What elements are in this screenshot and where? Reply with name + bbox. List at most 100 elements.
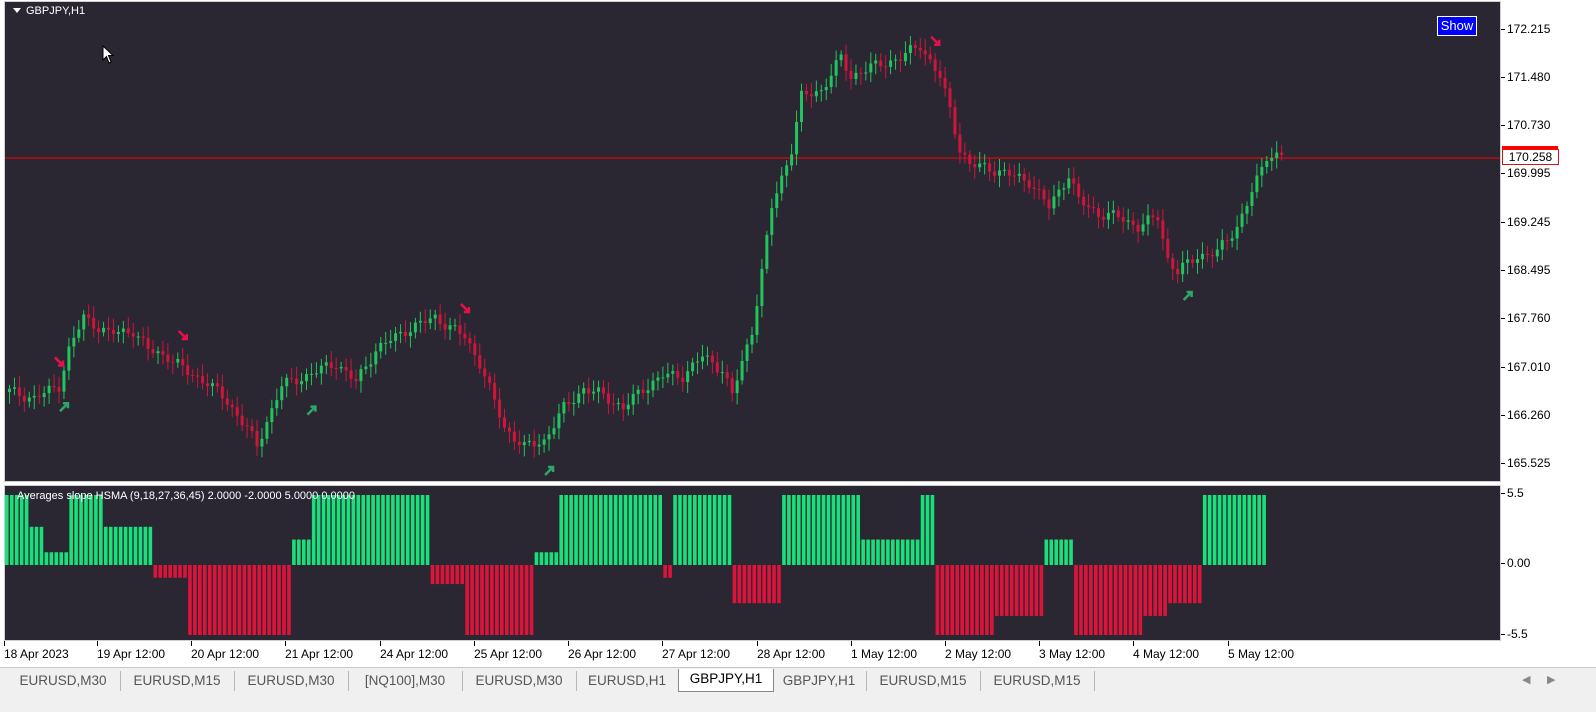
indicator-scale[interactable]: 5.5 0.00 -5.5 [1500,485,1596,641]
tab-nq100-m30[interactable]: [NQ100],M30 [348,671,463,691]
candle [215,373,219,393]
price-scale[interactable]: 172.215 171.480 170.730 169.995 169.245 168.4… [1500,1,1596,482]
chart-window[interactable]: GBPJPY,H1 Show 172.215 171.480 170.730 169.… [0,0,1596,680]
histogram-bar [1168,565,1172,604]
candle [225,389,229,412]
histogram-bar [866,539,870,565]
histogram-bar [138,526,143,565]
candle [270,399,274,434]
candle [1077,176,1081,204]
histogram-bar [108,526,113,565]
histogram-bar [267,565,271,635]
histogram-bar [599,495,603,565]
candle [107,316,110,342]
tab-eurusd-m15[interactable]: EURUSD,M15 [120,671,235,691]
candle [631,384,635,415]
histogram-bar [1138,565,1143,635]
time-tick-label: 24 Apr 12:00 [380,641,449,661]
histogram-bar [1217,495,1222,565]
candle [1042,185,1046,206]
candle [111,318,115,343]
candle [750,326,754,354]
buy-signal-arrow-icon [306,405,317,416]
histogram-bar [846,495,851,565]
tab-scroll-left-icon[interactable]: ◀ [1522,673,1530,686]
candle [814,80,818,103]
time-tick-label: 2 May 12:00 [945,641,1012,661]
histogram-bar [158,565,163,578]
candle [230,399,234,418]
candle [1220,229,1224,261]
current-price-label: 170.258 [1502,149,1559,165]
tab-eurusd-h1[interactable]: EURUSD,H1 [576,671,679,691]
histogram-bar [678,495,682,565]
time-axis[interactable]: 18 Apr 2023 19 Apr 12:00 20 Apr 12:00 21 Ap… [0,641,1501,667]
histogram-bar [465,565,469,635]
tab-gbpjpy-h1[interactable]: GBPJPY,H1 [678,669,774,692]
candle [374,343,378,374]
histogram-bar [935,565,940,635]
candle [780,166,784,201]
candle [364,356,368,375]
candle [136,331,140,346]
histogram-bar [391,495,395,565]
candle [656,371,660,391]
candle [547,425,551,451]
candle [913,40,917,56]
candle [1012,164,1016,186]
tab-eurusd-m30[interactable]: EURUSD,M30 [462,671,577,691]
candle [161,340,165,364]
histogram-bar [227,565,232,635]
price-tick-label: 167.760 [1500,311,1551,325]
histogram-bar [777,565,781,604]
histogram-bar [534,552,539,565]
candle [1181,251,1185,282]
histogram-bar [480,565,484,635]
buy-signal-arrow-icon [59,402,70,413]
tab-eurusd-m15[interactable]: EURUSD,M15 [866,671,981,691]
candle [17,375,21,406]
histogram-bar [396,495,400,565]
candle [483,358,487,388]
histogram-bar [787,495,791,565]
tab-eurusd-m30[interactable]: EURUSD,M30 [234,671,349,691]
candle [453,318,457,331]
histogram-bar [99,495,103,565]
collapse-caret-icon[interactable] [13,8,21,13]
tab-eurusd-m30[interactable]: EURUSD,M30 [6,671,121,691]
histogram-bar [1232,495,1237,565]
candle [438,304,442,331]
histogram-bar [485,565,489,635]
show-button[interactable]: Show [1437,16,1477,36]
histogram-bar [757,565,761,604]
tab-eurusd-m15[interactable]: EURUSD,M15 [980,671,1095,691]
histogram-bar [831,495,836,565]
indicator-pane[interactable]: Averages slope HSMA (9,18,27,36,45) 2.00… [4,485,1501,641]
candle [52,374,56,393]
price-tick-label: 168.495 [1500,263,1551,278]
buy-signal-arrow-icon [544,465,555,476]
candle [943,66,947,97]
price-chart-pane[interactable]: GBPJPY,H1 [4,1,1501,482]
histogram-bar [193,565,197,635]
candle [1215,238,1219,262]
tab-gbpjpy-h1[interactable]: GBPJPY,H1 [772,671,867,691]
histogram-bar [495,565,499,635]
candle [314,362,318,378]
histogram-bar [475,565,479,635]
histogram-bar [742,565,747,604]
candle [260,428,264,458]
candle [542,433,546,453]
candle [572,391,576,416]
histogram-bar [1222,495,1227,565]
candle [27,391,31,408]
histogram-bar [1098,565,1103,635]
histogram-bar [980,565,984,635]
candle [1022,167,1026,193]
candle [968,150,972,172]
candle [206,373,209,397]
tab-scroll-right-icon[interactable]: ▶ [1547,673,1555,686]
candle [983,154,987,175]
candle [1037,179,1041,200]
candle [1240,203,1244,233]
